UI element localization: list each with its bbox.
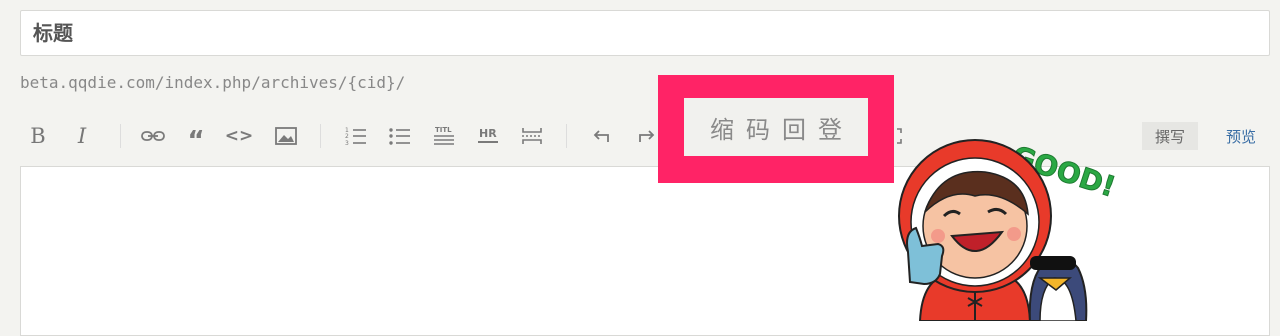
link-button[interactable]	[138, 122, 168, 150]
title-button[interactable]: TITL	[430, 122, 458, 150]
ordered-list-icon: 123	[345, 127, 366, 146]
code-icon: <>	[224, 126, 254, 146]
italic-button[interactable]: I	[68, 122, 96, 150]
svg-text:HR: HR	[479, 127, 497, 140]
more-button[interactable]	[518, 122, 546, 150]
redo-icon	[639, 130, 655, 142]
svg-text:3: 3	[345, 140, 349, 146]
highlight-callout: 缩码回登	[658, 75, 894, 183]
ordered-list-button[interactable]: 123	[342, 122, 370, 150]
title-input[interactable]	[20, 10, 1270, 56]
undo-icon	[593, 130, 609, 142]
hr-button[interactable]: HR	[474, 122, 502, 150]
bold-button[interactable]: B	[24, 122, 52, 150]
redo-button[interactable]	[632, 122, 660, 150]
image-icon	[275, 127, 297, 145]
penguin-icon	[1028, 256, 1088, 321]
permalink-url: beta.qqdie.com/index.php/archives/{cid}/	[20, 73, 406, 92]
undo-button[interactable]	[588, 122, 616, 150]
title-icon: TITL	[434, 126, 454, 145]
hr-icon: HR	[478, 127, 498, 143]
quote-button[interactable]: “	[182, 122, 210, 156]
svg-text:2: 2	[345, 133, 349, 140]
write-mode-tab[interactable]: 撰写	[1142, 122, 1198, 150]
code-button[interactable]: <>	[224, 122, 254, 150]
svg-text:TITL: TITL	[435, 126, 452, 134]
unordered-list-icon	[389, 128, 410, 145]
boy-character	[898, 139, 1052, 321]
link-icon	[141, 131, 165, 141]
toolbar-divider	[566, 124, 567, 148]
unordered-list-button[interactable]	[386, 122, 414, 150]
more-icon	[522, 128, 542, 144]
good-sticker: GOOD!	[898, 139, 1120, 321]
preview-mode-tab[interactable]: 预览	[1214, 122, 1268, 150]
toolbar-divider	[320, 124, 321, 148]
toolbar-divider	[120, 124, 121, 148]
bold-icon: B	[30, 124, 46, 148]
callout-text: 缩码回登	[684, 98, 868, 156]
quote-icon: “	[187, 126, 205, 156]
image-button[interactable]	[272, 122, 300, 150]
italic-icon: I	[77, 124, 87, 148]
